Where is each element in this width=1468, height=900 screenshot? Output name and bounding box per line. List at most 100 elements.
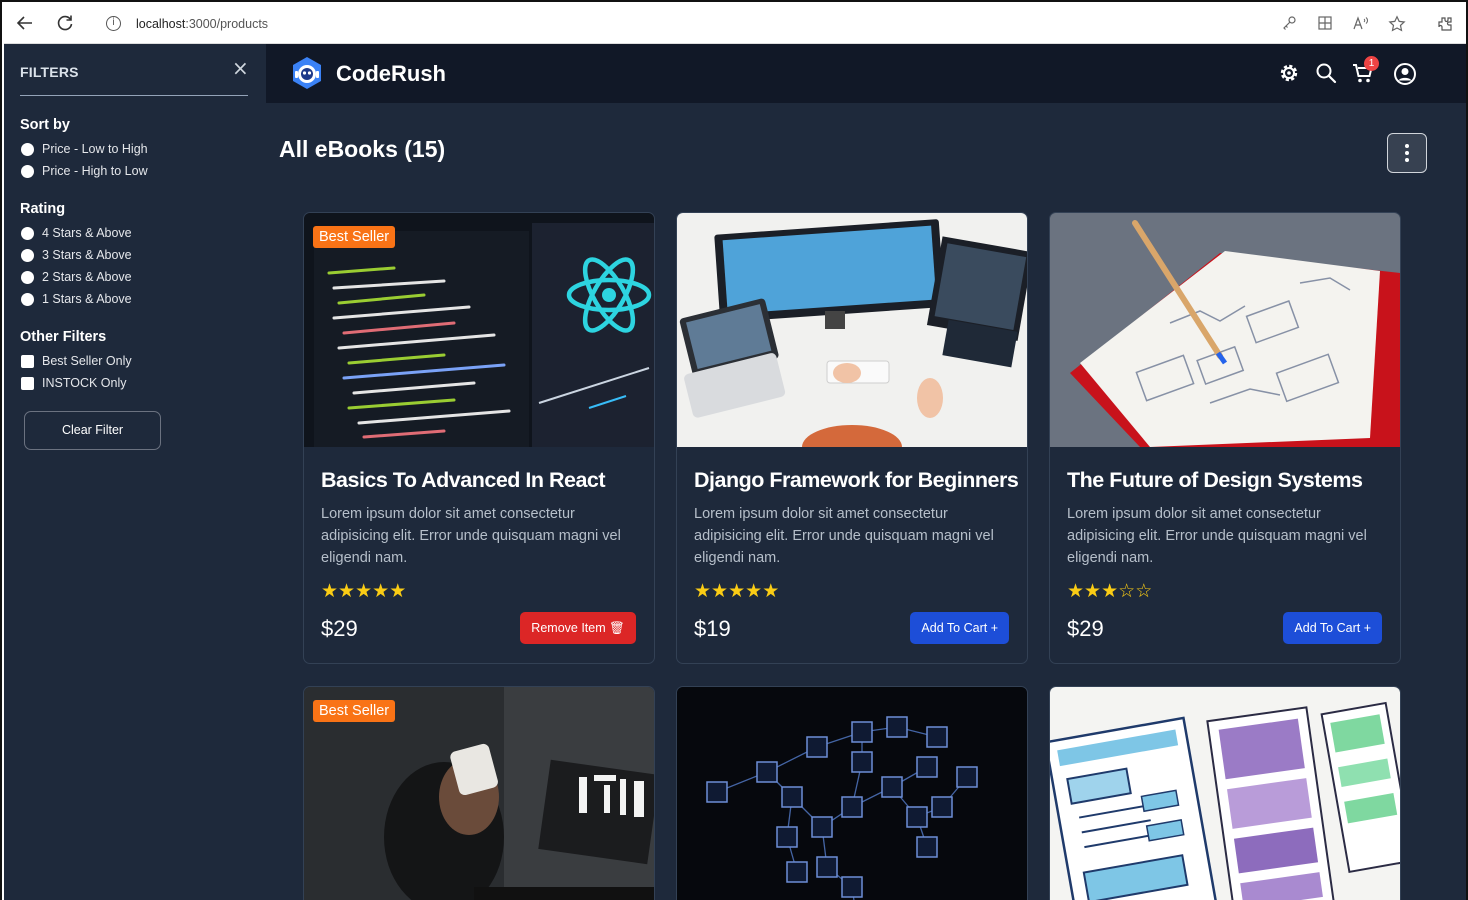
product-card[interactable]: Best Seller Basics To Advanced In React … (303, 212, 655, 664)
kebab-dot (1405, 158, 1409, 162)
button-label: Add To Cart (1294, 621, 1361, 635)
radio-button[interactable] (21, 142, 34, 156)
extensions-icon[interactable] (1436, 15, 1454, 33)
star-filled-icon: ★ (372, 580, 390, 602)
product-card[interactable] (1049, 686, 1401, 900)
product-description: Lorem ipsum dolor sit amet consectetur a… (694, 506, 994, 566)
browser-window: i localhost:3000/products FILTERS × Sort… (0, 0, 1468, 900)
product-card[interactable]: Best Seller (303, 686, 655, 900)
url-path: :3000/products (185, 17, 269, 31)
product-description: Lorem ipsum dolor sit amet consectetur a… (1067, 506, 1367, 566)
star-filled-icon: ★ (1067, 580, 1085, 602)
trash-icon: 🗑 (609, 621, 625, 635)
checkbox[interactable] (21, 376, 34, 390)
page-title: All eBooks (15) (279, 136, 446, 162)
product-image[interactable] (1050, 213, 1400, 447)
radio-button[interactable] (21, 292, 34, 306)
app-root: FILTERS × Sort by Price - Low to High Pr… (4, 44, 1466, 900)
rating-1-stars[interactable]: 1 Stars & Above (21, 291, 132, 307)
option-label: 4 Stars & Above (42, 226, 132, 240)
app-grid-icon[interactable] (1316, 15, 1334, 33)
star-filled-icon: ★ (1101, 580, 1119, 602)
instock-only-filter[interactable]: INSTOCK Only (21, 375, 127, 391)
top-header: CodeRush 1 (266, 44, 1466, 103)
radio-button[interactable] (21, 164, 34, 178)
divider (20, 95, 248, 96)
button-label: Add To Cart (921, 621, 988, 635)
rating-2-stars[interactable]: 2 Stars & Above (21, 269, 132, 285)
radio-button[interactable] (21, 226, 34, 240)
star-filled-icon: ★ (321, 580, 339, 602)
filter-sidebar: FILTERS × Sort by Price - Low to High Pr… (4, 44, 266, 900)
star-filled-icon: ★ (728, 580, 746, 602)
star-filled-icon: ★ (694, 580, 712, 602)
remove-item-button[interactable]: Remove Item 🗑 (520, 612, 636, 644)
back-arrow-icon[interactable] (14, 13, 36, 35)
product-card[interactable]: The Future of Design Systems Lorem ipsum… (1049, 212, 1401, 664)
rating-3-stars[interactable]: 3 Stars & Above (21, 247, 132, 263)
sort-price-low-high[interactable]: Price - Low to High (21, 141, 148, 157)
product-image[interactable]: Best Seller (304, 213, 654, 447)
favorite-star-icon[interactable] (1388, 15, 1406, 33)
key-icon[interactable] (1280, 15, 1298, 33)
address-bar[interactable]: i localhost:3000/products (92, 9, 1292, 39)
product-card[interactable]: Django Framework for Beginners Lorem ips… (676, 212, 1028, 664)
product-image[interactable]: Best Seller (304, 687, 654, 900)
search-icon[interactable] (1315, 62, 1337, 84)
button-label: Remove Item (531, 621, 606, 635)
kebab-dot (1405, 144, 1409, 148)
plus-icon: + (990, 621, 998, 635)
product-title[interactable]: Basics To Advanced In React (321, 468, 606, 493)
checkbox[interactable] (21, 354, 34, 368)
star-filled-icon: ★ (711, 580, 729, 602)
star-filled-icon: ★ (1084, 580, 1102, 602)
user-circle-icon[interactable] (1393, 62, 1416, 85)
sort-price-high-low[interactable]: Price - High to Low (21, 163, 148, 179)
gear-icon[interactable] (1278, 62, 1300, 84)
read-aloud-icon[interactable] (1352, 15, 1370, 33)
option-label: Price - High to Low (42, 164, 148, 178)
rating-stars: ★★★☆☆ (1067, 580, 1152, 602)
add-to-cart-button[interactable]: Add To Cart + (1283, 612, 1382, 644)
product-price: $29 (321, 616, 358, 641)
product-price: $19 (694, 616, 731, 641)
filters-heading: FILTERS (20, 64, 79, 80)
rating-stars: ★★★★★ (694, 580, 779, 602)
reload-icon[interactable] (54, 13, 76, 35)
rating-stars: ★★★★★ (321, 580, 406, 602)
radio-button[interactable] (21, 248, 34, 262)
clear-filter-button[interactable]: Clear Filter (24, 411, 161, 450)
best-seller-badge: Best Seller (313, 226, 396, 248)
option-label: 1 Stars & Above (42, 292, 132, 306)
close-icon[interactable]: × (232, 56, 249, 80)
main-content: CodeRush 1 All eBooks (15) Best Seller B… (266, 44, 1466, 900)
plus-icon: + (1363, 621, 1371, 635)
option-label: INSTOCK Only (42, 376, 127, 390)
url-host: localhost (136, 17, 186, 31)
product-description: Lorem ipsum dolor sit amet consectetur a… (321, 506, 621, 566)
add-to-cart-button[interactable]: Add To Cart + (910, 612, 1009, 644)
best-seller-badge: Best Seller (313, 700, 396, 722)
star-filled-icon: ★ (355, 580, 373, 602)
more-options-button[interactable] (1387, 133, 1427, 173)
option-label: 2 Stars & Above (42, 270, 132, 284)
product-image[interactable] (677, 687, 1027, 900)
site-info-icon[interactable]: i (106, 16, 121, 31)
product-image[interactable] (677, 213, 1027, 447)
radio-button[interactable] (21, 270, 34, 284)
rating-4-stars[interactable]: 4 Stars & Above (21, 225, 132, 241)
product-price: $29 (1067, 616, 1104, 641)
logo-icon[interactable] (290, 56, 324, 90)
url-text[interactable]: localhost:3000/products (136, 17, 268, 31)
product-title[interactable]: Django Framework for Beginners (694, 468, 1019, 493)
star-filled-icon: ★ (762, 580, 780, 602)
best-seller-only-filter[interactable]: Best Seller Only (21, 353, 132, 369)
brand-name[interactable]: CodeRush (336, 61, 446, 87)
product-image[interactable] (1050, 687, 1400, 900)
option-label: Best Seller Only (42, 354, 132, 368)
star-empty-icon: ☆ (1135, 580, 1153, 602)
star-filled-icon: ★ (745, 580, 763, 602)
star-filled-icon: ★ (338, 580, 356, 602)
product-title[interactable]: The Future of Design Systems (1067, 468, 1363, 493)
product-card[interactable] (676, 686, 1028, 900)
